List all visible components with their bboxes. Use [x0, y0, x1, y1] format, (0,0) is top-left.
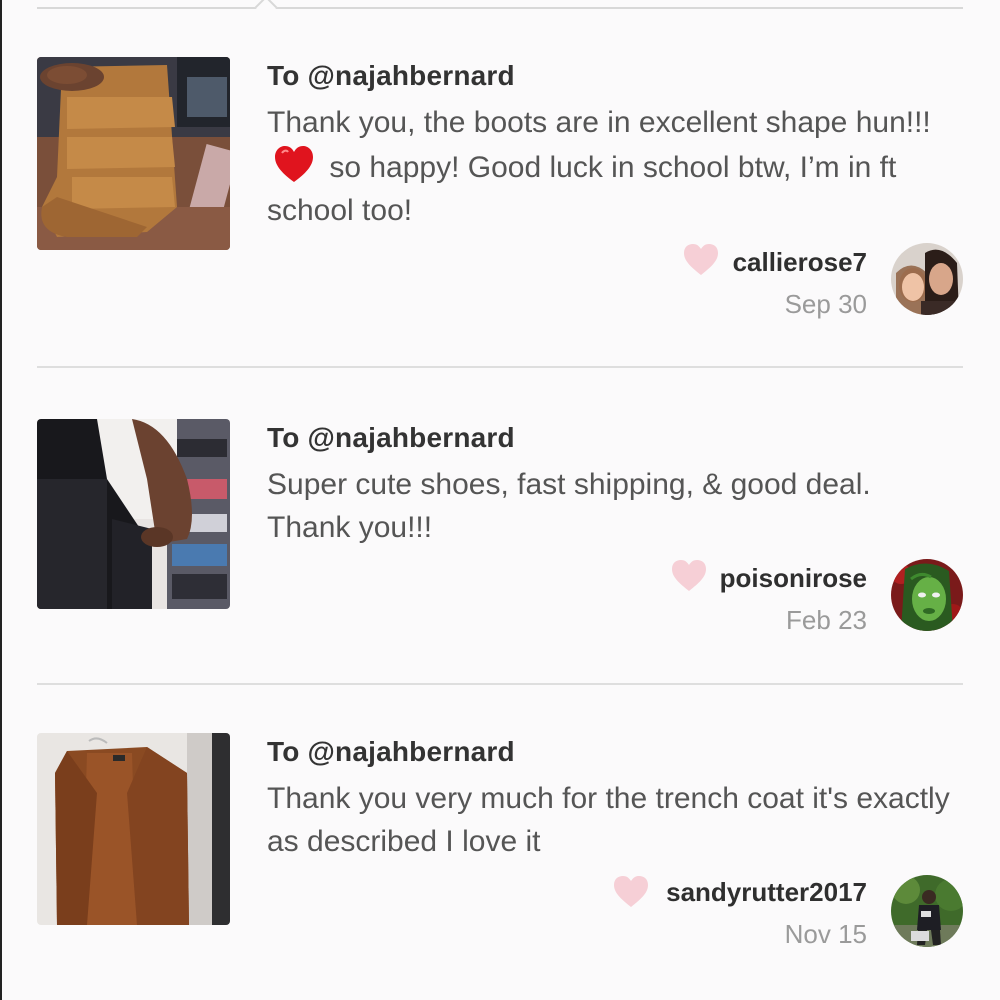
- window-left-edge: [0, 0, 2, 1000]
- review-message-text-continued: so happy! Good luck in school btw, I’m i…: [267, 151, 897, 227]
- review-recipient[interactable]: To @najahbernard: [267, 422, 515, 454]
- review-recipient[interactable]: To @najahbernard: [267, 736, 515, 768]
- review-meta: sandyrutter2017 Nov 15: [666, 877, 867, 949]
- reviewer-username[interactable]: sandyrutter2017: [666, 877, 867, 907]
- review-date: Feb 23: [786, 605, 867, 635]
- review-divider: [37, 366, 963, 368]
- review-thumbnail-trench-coat[interactable]: [37, 733, 230, 925]
- reviewer-username[interactable]: callierose7: [733, 247, 867, 277]
- review-recipient[interactable]: To @najahbernard: [267, 60, 515, 92]
- review-date: Sep 30: [784, 289, 867, 319]
- review-meta: callierose7 Sep 30: [733, 247, 867, 319]
- review-message: Thank you, the boots are in excellent sh…: [267, 101, 957, 232]
- reviewer-avatar[interactable]: [891, 559, 963, 631]
- black-fringe-boots-photo: [37, 419, 230, 609]
- two-women-selfie-avatar: [891, 243, 963, 315]
- like-heart-icon[interactable]: [671, 559, 707, 592]
- suede-fringe-boots-photo: [37, 57, 230, 250]
- top-divider: [37, 7, 963, 9]
- review-message-text: Thank you, the boots are in excellent sh…: [267, 106, 931, 139]
- like-heart-icon[interactable]: [613, 875, 649, 908]
- review-message: Super cute shoes, fast shipping, & good …: [267, 468, 871, 544]
- reviewer-avatar[interactable]: [891, 243, 963, 315]
- top-divider-notch: [254, 0, 278, 19]
- review-thumbnail-shoes[interactable]: [37, 419, 230, 609]
- review-thumbnail-boots[interactable]: [37, 57, 230, 250]
- poison-ivy-avatar: [891, 559, 963, 631]
- brown-trench-coat-photo: [37, 733, 230, 925]
- review-message: Thank you very much for the trench coat …: [267, 782, 950, 858]
- reviewer-avatar[interactable]: [891, 875, 963, 947]
- like-heart-icon[interactable]: [683, 243, 719, 276]
- person-outdoors-avatar: [891, 875, 963, 947]
- review-divider: [37, 683, 963, 685]
- reviewer-username[interactable]: poisonirose: [720, 563, 867, 593]
- red-heart-emoji-icon: [275, 146, 313, 182]
- review-meta: poisonirose Feb 23: [720, 563, 867, 635]
- review-date: Nov 15: [784, 919, 867, 949]
